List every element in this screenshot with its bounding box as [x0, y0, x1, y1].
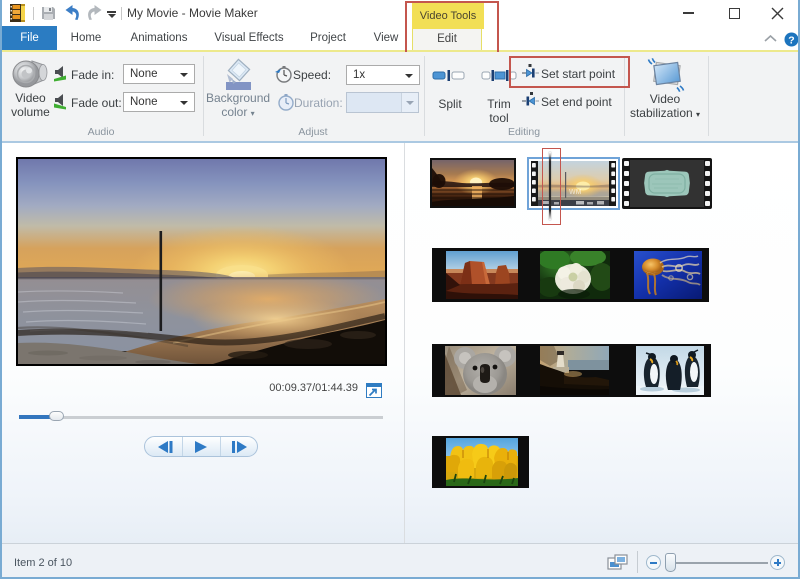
svg-text:?: ? — [788, 35, 794, 47]
svg-text:WM: WM — [569, 189, 582, 196]
